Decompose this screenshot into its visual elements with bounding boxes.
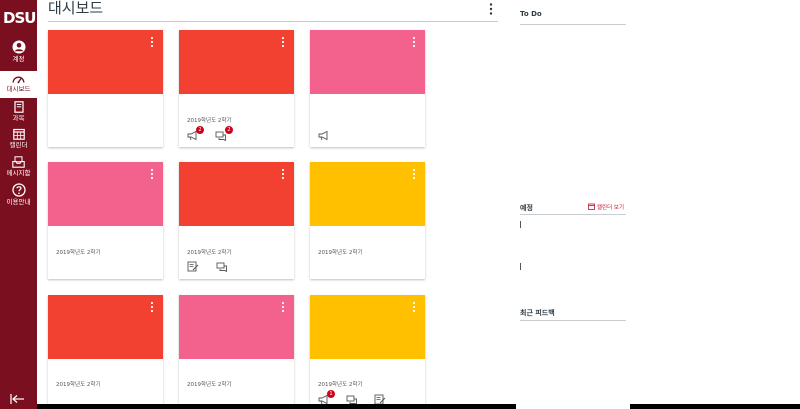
page-title: 대시보드 <box>48 0 104 17</box>
nav-item-calendar[interactable]: 캘린더 <box>0 128 37 150</box>
bottom-bar <box>630 404 800 409</box>
course-card[interactable]: 2019학년도 2학기 <box>48 162 163 279</box>
todo-title: To Do <box>520 10 542 18</box>
course-card[interactable]: 2019학년도 2학기 <box>310 162 425 279</box>
card-kebab-icon[interactable] <box>149 36 155 48</box>
inbox-icon <box>12 156 25 168</box>
course-card[interactable]: 2019학년도 2학기 <box>179 295 294 409</box>
nav-item-help[interactable]: 이용안내 <box>0 183 37 207</box>
course-card[interactable]: 2019학년도 2학기 <box>48 295 163 409</box>
text-cursor-mark <box>520 221 521 228</box>
discussion-icon[interactable] <box>216 261 228 272</box>
card-hero[interactable] <box>48 162 163 226</box>
card-hero[interactable] <box>179 30 294 94</box>
kebab-icon[interactable] <box>486 2 496 16</box>
nav-label-courses: 과목 <box>12 114 25 122</box>
card-hero[interactable] <box>48 30 163 94</box>
course-card[interactable]: 2019학년도 2학기 <box>179 162 294 279</box>
unread-badge: 2 <box>196 126 204 134</box>
card-hero[interactable] <box>310 162 425 226</box>
card-hero[interactable] <box>310 295 425 359</box>
header-divider <box>48 21 498 22</box>
nav-item-inbox[interactable]: 메시지함 <box>0 156 37 178</box>
todo-divider <box>520 24 626 25</box>
card-kebab-icon[interactable] <box>411 301 417 313</box>
calendar-icon <box>588 203 595 210</box>
course-card[interactable] <box>48 30 163 147</box>
card-term: 2019학년도 2학기 <box>187 118 232 124</box>
card-hero[interactable] <box>48 295 163 359</box>
view-calendar-link[interactable]: 캘린더 보기 <box>597 203 624 211</box>
card-term: 2019학년도 2학기 <box>56 382 101 388</box>
nav-label-calendar: 캘린더 <box>9 141 28 149</box>
collapse-arrow-icon[interactable] <box>9 392 27 406</box>
unread-badge: 2 <box>225 126 233 134</box>
nav-label-dashboard: 대시보드 <box>6 85 31 93</box>
card-kebab-icon[interactable] <box>411 36 417 48</box>
unread-badge: 1 <box>327 390 335 398</box>
nav-label-account: 계정 <box>12 55 25 63</box>
card-hero[interactable] <box>310 30 425 94</box>
book-icon <box>13 101 24 113</box>
brand-logo[interactable]: DSU <box>3 9 37 27</box>
nav-item-courses[interactable]: 과목 <box>0 101 37 123</box>
card-term: 2019학년도 2학기 <box>56 250 101 256</box>
card-term: 2019학년도 2학기 <box>187 382 232 388</box>
help-icon <box>11 183 26 197</box>
nav-label-help: 이용안내 <box>6 198 31 206</box>
card-kebab-icon[interactable] <box>280 301 286 313</box>
global-navigation: DSU 계정 대시보드 과목 캘린더 메시지함 이용안내 <box>0 0 37 409</box>
nav-label-inbox: 메시지함 <box>6 169 31 177</box>
course-card[interactable]: 2019학년도 2학기 2 2 <box>179 30 294 147</box>
recent-feedback-title: 최근 피드백 <box>520 309 555 317</box>
card-kebab-icon[interactable] <box>280 168 286 180</box>
coming-up-title: 예정 <box>520 204 533 212</box>
assignment-icon[interactable] <box>187 261 199 272</box>
nav-item-dashboard[interactable]: 대시보드 <box>0 71 37 98</box>
card-kebab-icon[interactable] <box>149 301 155 313</box>
feedback-divider <box>520 320 626 321</box>
course-card[interactable]: 2019학년도 2학기 1 <box>310 295 425 409</box>
card-hero[interactable] <box>179 162 294 226</box>
coming-up-divider <box>520 214 626 215</box>
card-kebab-icon[interactable] <box>411 168 417 180</box>
account-avatar-icon <box>12 40 25 54</box>
text-cursor-mark <box>520 263 521 270</box>
card-kebab-icon[interactable] <box>280 36 286 48</box>
dashboard-icon <box>12 76 25 84</box>
announcement-icon[interactable] <box>318 130 330 141</box>
card-term: 2019학년도 2학기 <box>318 382 363 388</box>
card-hero[interactable] <box>179 295 294 359</box>
dashboard-app: DSU 계정 대시보드 과목 캘린더 메시지함 이용안내 대시보드 2019학년… <box>0 0 800 409</box>
card-term: 2019학년도 2학기 <box>187 250 232 256</box>
calendar-icon <box>12 128 25 140</box>
card-kebab-icon[interactable] <box>149 168 155 180</box>
course-card[interactable] <box>310 30 425 147</box>
bottom-bar <box>37 404 516 409</box>
nav-item-account[interactable]: 계정 <box>0 40 37 66</box>
card-term: 2019학년도 2학기 <box>318 250 363 256</box>
